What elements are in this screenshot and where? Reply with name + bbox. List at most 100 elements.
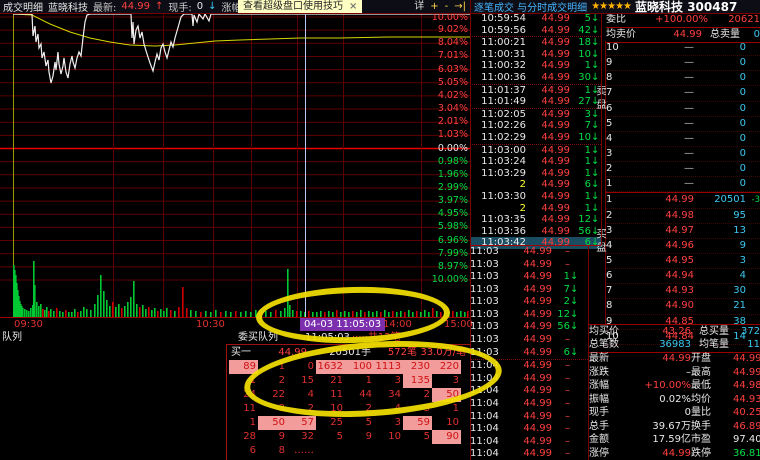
- sell-level-row[interactable]: 6—0: [606, 102, 760, 117]
- close-icon[interactable]: ×: [349, 0, 357, 13]
- minute-row[interactable]: 11:0444.99–: [470, 398, 588, 411]
- minute-row[interactable]: 11:0344.99–: [470, 259, 588, 272]
- minute-row[interactable]: 11:0344.9956↓: [470, 321, 588, 334]
- sell-level-row[interactable]: 9—0: [606, 56, 760, 71]
- buy-level-row[interactable]: 744.9330: [606, 284, 760, 299]
- sell-level-row[interactable]: 7—0: [606, 86, 760, 101]
- jump-end-button[interactable]: →|: [454, 0, 466, 13]
- sell-level-row[interactable]: 2—0: [606, 162, 760, 177]
- tick-row[interactable]: 11:03:2944.991↓: [470, 168, 601, 180]
- buy-queue-panel: 买一 44.99 20501手 572笔 33.0万/笔 89101632100…: [226, 344, 471, 460]
- sell-level-row[interactable]: 1—0: [606, 177, 760, 192]
- buy-level-row[interactable]: 644.944: [606, 269, 760, 284]
- tick-row[interactable]: 244.991↓: [470, 203, 601, 215]
- level-quantity: 4: [694, 269, 746, 283]
- tick-row[interactable]: 11:01:4944.9927↓: [470, 96, 601, 108]
- stat-value: 17.59亿: [631, 433, 691, 447]
- tick-row[interactable]: 11:02:2644.997↓: [470, 120, 601, 132]
- tick-row[interactable]: 11:03:0044.991↓: [470, 144, 601, 157]
- sell-level-row[interactable]: 4—0: [606, 132, 760, 147]
- stat-value: –: [631, 366, 691, 380]
- minute-time: 11:03: [470, 309, 502, 322]
- tick-row[interactable]: 11:01:3744.991↓: [470, 84, 601, 97]
- buy-level-row[interactable]: 544.953: [606, 254, 760, 269]
- tick-volume: 1: [570, 156, 591, 168]
- tick-row[interactable]: 10:59:5444.995↓: [470, 13, 601, 25]
- down-arrow-icon: [570, 259, 584, 272]
- tick-row[interactable]: 11:00:3244.991↓: [470, 60, 601, 72]
- price-levels: 10—09—08—07—06—05—04—03—02—01—0144.99205…: [606, 41, 760, 324]
- tick-row[interactable]: 11:03:3644.9956↓: [470, 226, 601, 238]
- minute-row[interactable]: 11:0444.99–: [470, 448, 588, 460]
- down-arrow-icon: ↓: [570, 271, 584, 284]
- buy-level-row[interactable]: 844.9021: [606, 299, 760, 314]
- minute-time: 11:04: [470, 436, 502, 449]
- sell-level-row[interactable]: 10—0: [606, 41, 760, 56]
- buy-level-row[interactable]: 444.969: [606, 239, 760, 254]
- tick-row[interactable]: 11:03:3044.991↓: [470, 191, 601, 203]
- tick-row[interactable]: 11:02:2944.9910↓: [470, 132, 601, 144]
- total-sell-value: 0: [750, 28, 760, 42]
- level-number: 5: [606, 254, 624, 268]
- tooltip[interactable]: 查看超级盘口使用技巧 ×: [238, 0, 362, 13]
- tick-row[interactable]: 244.996↓: [470, 179, 601, 191]
- zoom-out-button[interactable]: -: [445, 0, 449, 13]
- tick-row[interactable]: 11:00:3144.9910↓: [470, 49, 601, 61]
- sell-level-row[interactable]: 3—0: [606, 147, 760, 162]
- sell-level-row[interactable]: 8—0: [606, 71, 760, 86]
- stat-label: 换手: [691, 420, 733, 434]
- level-extra: [746, 209, 760, 223]
- level-number: 6: [606, 269, 624, 283]
- minute-row[interactable]: 11:0444.99–: [470, 411, 588, 424]
- minute-volume: –: [552, 398, 570, 411]
- queue-cell: 1: [258, 360, 287, 374]
- minute-row[interactable]: 11:0444.99–: [470, 385, 588, 398]
- queue-cell: 5: [403, 430, 432, 444]
- timeshare-chart[interactable]: 10.00%9.02%8.04%7.01%6.03%5.05%4.02%3.04…: [0, 13, 470, 318]
- tick-row[interactable]: 11:00:3644.9930↓: [470, 72, 601, 84]
- minute-volume: –: [552, 448, 570, 460]
- buy-queue-grid: 8910163210011132302201215211313532422411…: [227, 360, 470, 458]
- buy-one-orders: 572笔: [371, 345, 417, 360]
- minute-row[interactable]: 11:0344.996↓: [470, 347, 588, 360]
- queue-cell: 9: [258, 430, 287, 444]
- minute-trade-list[interactable]: 11:0344.99–11:0344.99–11:0344.991↓11:034…: [470, 246, 588, 460]
- queue-cell: 1632: [316, 360, 345, 374]
- level-price: 44.99: [624, 193, 694, 207]
- detail-button[interactable]: 详: [414, 0, 424, 13]
- divider: [470, 245, 601, 246]
- level-price: —: [624, 56, 694, 70]
- buy-level-row[interactable]: 144.9920501-3: [606, 192, 760, 208]
- tick-row[interactable]: 11:03:2444.991↓: [470, 156, 601, 168]
- tick-row[interactable]: 10:59:5644.9942↓: [470, 25, 601, 37]
- minute-price: 44.99: [502, 309, 552, 322]
- queue-cell: 11: [229, 402, 258, 416]
- tick-price: 44.99: [526, 109, 570, 121]
- level-quantity: 0: [694, 177, 746, 191]
- tick-row[interactable]: 11:03:3544.9912↓: [470, 214, 601, 226]
- zoom-in-button[interactable]: +: [430, 0, 438, 13]
- minute-row[interactable]: 11:0444.99–: [470, 359, 588, 373]
- chart-canvas[interactable]: [0, 13, 470, 318]
- minute-row[interactable]: 11:0344.99–: [470, 246, 588, 259]
- minute-row[interactable]: 11:0444.99–: [470, 373, 588, 386]
- buy-level-row[interactable]: 344.9713: [606, 224, 760, 239]
- minute-row[interactable]: 11:0444.99–: [470, 423, 588, 436]
- minute-row[interactable]: 11:0444.99–: [470, 436, 588, 449]
- tick-row[interactable]: 11:00:2144.9918↓: [470, 36, 601, 49]
- minute-row[interactable]: 11:0344.99–: [470, 334, 588, 347]
- tick-volume: 56: [570, 226, 591, 238]
- tick-row[interactable]: 11:02:0544.993↓: [470, 108, 601, 121]
- level-extra: [746, 71, 760, 85]
- minute-row[interactable]: 11:0344.991↓: [470, 271, 588, 284]
- tick-by-tick-list[interactable]: 10:59:5444.995↓10:59:5644.9942↓11:00:214…: [470, 13, 601, 245]
- stat-label: 振幅: [589, 393, 631, 407]
- stat-value: 0: [631, 406, 691, 420]
- minute-row[interactable]: 11:0344.9912↓: [470, 309, 588, 322]
- buy-level-row[interactable]: 244.9895: [606, 209, 760, 224]
- buy-one-average: 33.0万/笔: [417, 345, 466, 360]
- stat-label: 涨停: [589, 447, 631, 460]
- sell-level-row[interactable]: 5—0: [606, 117, 760, 132]
- minute-row[interactable]: 11:0344.997↓: [470, 284, 588, 297]
- minute-row[interactable]: 11:0344.992↓: [470, 296, 588, 309]
